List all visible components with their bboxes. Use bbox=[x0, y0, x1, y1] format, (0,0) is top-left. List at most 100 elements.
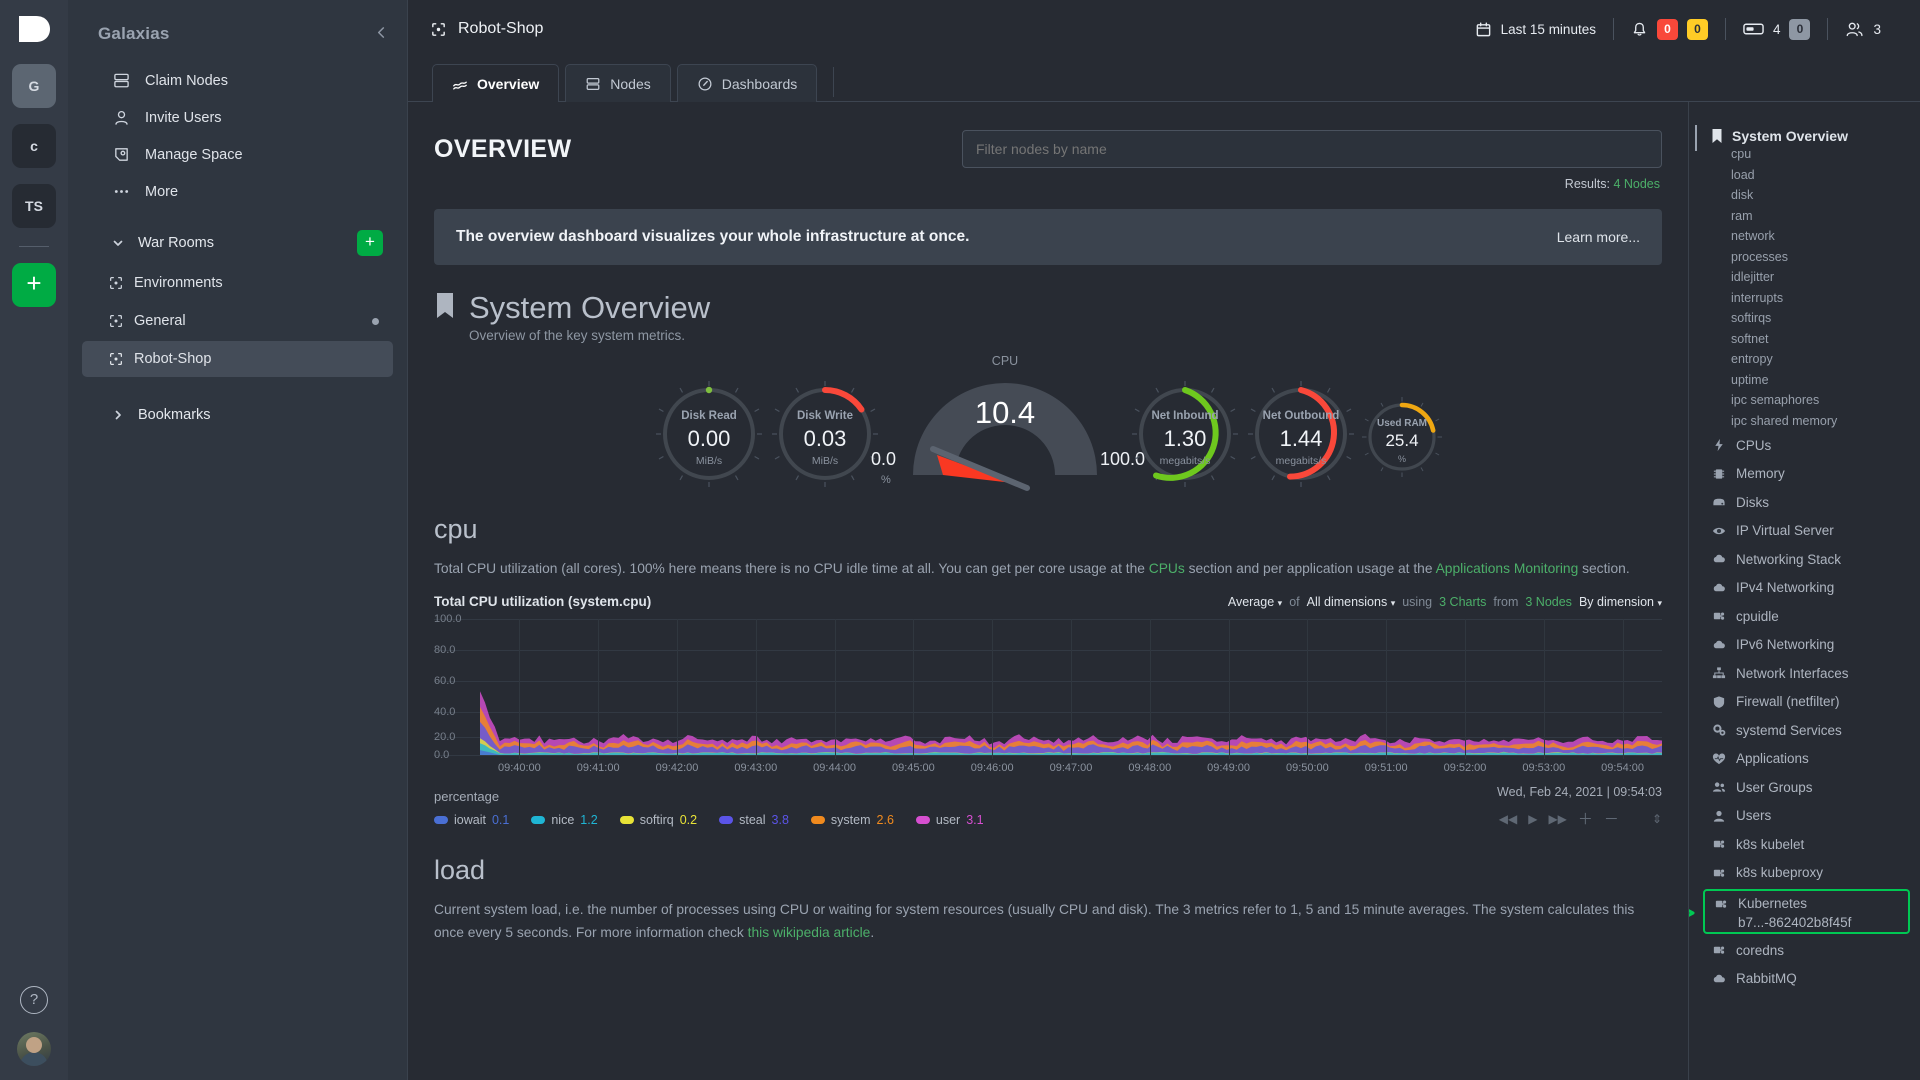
sidebar-item-invite-users[interactable]: Invite Users bbox=[82, 99, 393, 136]
menu-item-memory[interactable]: Memory bbox=[1689, 460, 1920, 489]
menu-item-user-groups[interactable]: User Groups bbox=[1689, 773, 1920, 802]
menu-item-kubernetes[interactable]: Kubernetes b7...-862402b8f45f bbox=[1689, 889, 1910, 934]
menu-sub-item-uptime[interactable]: uptime bbox=[1689, 370, 1920, 391]
menu-item-cpuidle[interactable]: cpuidle bbox=[1689, 602, 1920, 631]
charts-count[interactable]: 3 Charts bbox=[1439, 595, 1486, 609]
nodes-offline-badge[interactable]: 0 bbox=[1789, 18, 1811, 40]
menu-item-label: IPv6 Networking bbox=[1736, 637, 1835, 653]
bookmark-icon[interactable] bbox=[434, 291, 456, 321]
menu-section-system-overview[interactable]: System Overview bbox=[1689, 125, 1920, 151]
learn-more-link[interactable]: Learn more... bbox=[1557, 229, 1640, 245]
aggregate-label: Average bbox=[1227, 594, 1275, 609]
menu-item-coredns[interactable]: coredns bbox=[1689, 936, 1920, 965]
menu-sub-item-processes[interactable]: processes bbox=[1689, 247, 1920, 268]
nodes-count[interactable]: 3 Nodes bbox=[1525, 595, 1572, 609]
tab-nodes[interactable]: Nodes bbox=[565, 64, 671, 102]
gauge-net-inbound[interactable]: Net Inbound 1.30 megabits/s bbox=[1127, 376, 1243, 492]
menu-item-k8s-kubeproxy[interactable]: k8s kubeproxy bbox=[1689, 859, 1920, 888]
gauge-unit: megabits/s bbox=[1159, 455, 1211, 467]
menu-item-networking-stack[interactable]: Networking Stack bbox=[1689, 545, 1920, 574]
war-rooms-section[interactable]: War Rooms + bbox=[82, 223, 393, 263]
menu-item-systemd-services[interactable]: systemd Services bbox=[1689, 716, 1920, 745]
room-label: Environments bbox=[134, 275, 223, 291]
space-chip-g[interactable]: G bbox=[12, 64, 56, 108]
menu-item-users[interactable]: Users bbox=[1689, 802, 1920, 831]
results-label: Results: bbox=[1564, 177, 1610, 191]
time-range-picker[interactable]: Last 15 minutes bbox=[1458, 21, 1613, 38]
gauge-disk-write[interactable]: Disk Write 0.03 MiB/s bbox=[767, 376, 883, 492]
sidebar-item-environments[interactable]: Environments bbox=[82, 265, 393, 301]
sidebar-item-more[interactable]: More bbox=[82, 173, 393, 210]
menu-sub-item-entropy[interactable]: entropy bbox=[1689, 349, 1920, 370]
menu-item-label: coredns bbox=[1736, 942, 1785, 958]
add-space-button[interactable]: + bbox=[12, 263, 56, 307]
sidebar-item-manage-space[interactable]: Manage Space bbox=[82, 136, 393, 173]
menu-item-firewall-netfilter[interactable]: Firewall (netfilter) bbox=[1689, 688, 1920, 717]
warning-alarms-badge[interactable]: 0 bbox=[1686, 18, 1708, 40]
menu-sub-item-disk[interactable]: disk bbox=[1689, 185, 1920, 206]
puzzle-icon bbox=[1711, 865, 1726, 880]
cpus-link[interactable]: CPUs bbox=[1149, 561, 1185, 576]
gauge-label: Used RAM bbox=[1376, 418, 1427, 429]
menu-sub-item-ipc-semaphores[interactable]: ipc semaphores bbox=[1689, 390, 1920, 411]
menu-item-ip-virtual-server[interactable]: IP Virtual Server bbox=[1689, 517, 1920, 546]
help-icon[interactable]: ? bbox=[20, 986, 48, 1014]
menu-item-rabbitmq[interactable]: RabbitMQ bbox=[1689, 965, 1920, 994]
menu-sub-item-load[interactable]: load bbox=[1689, 165, 1920, 186]
bookmarks-section[interactable]: Bookmarks bbox=[82, 395, 393, 435]
chart-plot[interactable]: 100.0 80.0 60.0 40.0 20.0 0.0 09:40:00 09… bbox=[434, 613, 1662, 774]
group-by-select[interactable]: By dimension ▾ bbox=[1579, 595, 1662, 609]
menu-item-ipv6-networking[interactable]: IPv6 Networking bbox=[1689, 631, 1920, 660]
avatar[interactable] bbox=[17, 1032, 51, 1066]
resize-icon[interactable]: ⇕ bbox=[1652, 812, 1662, 826]
filter-nodes-input[interactable] bbox=[962, 130, 1662, 168]
sidebar-item-general[interactable]: General bbox=[82, 303, 393, 339]
menu-sub-item-softirqs[interactable]: softirqs bbox=[1689, 308, 1920, 329]
menu-item-disks[interactable]: Disks bbox=[1689, 488, 1920, 517]
sidebar-item-claim-nodes[interactable]: Claim Nodes bbox=[82, 62, 393, 99]
gauge-cpu[interactable]: CPU 10.4 0.0 % 100.0 bbox=[871, 354, 1145, 492]
dimensions-select[interactable]: All dimensions ▾ bbox=[1307, 595, 1396, 609]
collapse-sidebar-icon[interactable] bbox=[375, 26, 395, 39]
menu-item-ipv4-networking[interactable]: IPv4 Networking bbox=[1689, 574, 1920, 603]
menu-sub-item-network[interactable]: network bbox=[1689, 226, 1920, 247]
sidebar-item-robot-shop[interactable]: Robot-Shop bbox=[82, 341, 393, 377]
legend-item-user[interactable]: user 3.1 bbox=[915, 813, 984, 827]
applications-monitoring-link[interactable]: Applications Monitoring bbox=[1436, 561, 1579, 576]
gauge-disk-read[interactable]: Disk Read 0.00 MiB/s bbox=[651, 376, 767, 492]
legend-item-nice[interactable]: nice 1.2 bbox=[531, 813, 598, 827]
play-icon[interactable]: ▶ bbox=[1528, 812, 1537, 826]
menu-item-cpus[interactable]: CPUs bbox=[1689, 431, 1920, 460]
legend-item-system[interactable]: system 2.6 bbox=[810, 813, 894, 827]
nodes-indicator[interactable]: 4 0 bbox=[1726, 18, 1828, 40]
menu-sub-item-cpu[interactable]: cpu bbox=[1689, 144, 1920, 165]
zoom-in-icon[interactable]: ＋ bbox=[1578, 808, 1593, 829]
legend-item-iowait[interactable]: iowait 0.1 bbox=[434, 813, 509, 827]
wikipedia-link[interactable]: this wikipedia article bbox=[748, 925, 871, 940]
menu-sub-item-ram[interactable]: ram bbox=[1689, 206, 1920, 227]
aggregate-select[interactable]: Average ▾ bbox=[1228, 595, 1282, 609]
tab-dashboards[interactable]: Dashboards bbox=[676, 64, 818, 102]
fast-forward-icon[interactable]: ▶▶ bbox=[1548, 812, 1566, 826]
menu-item-k8s-kubelet[interactable]: k8s kubelet bbox=[1689, 830, 1920, 859]
menu-item-applications[interactable]: Applications bbox=[1689, 745, 1920, 774]
menu-item-network-interfaces[interactable]: Network Interfaces bbox=[1689, 659, 1920, 688]
menu-sub-item-idlejitter[interactable]: idlejitter bbox=[1689, 267, 1920, 288]
users-indicator[interactable]: 3 bbox=[1828, 20, 1898, 38]
menu-sub-item-interrupts[interactable]: interrupts bbox=[1689, 288, 1920, 309]
menu-sub-item-ipc-shared-memory[interactable]: ipc shared memory bbox=[1689, 411, 1920, 432]
critical-alarms-badge[interactable]: 0 bbox=[1656, 18, 1678, 40]
gauge-used-ram[interactable]: Used RAM 25.4 % bbox=[1359, 394, 1445, 480]
app-root: G c TS + ? Galaxias Claim Nodes Invite U… bbox=[0, 0, 1920, 1080]
legend-item-steal[interactable]: steal 3.8 bbox=[719, 813, 789, 827]
tab-overview[interactable]: Overview bbox=[432, 64, 560, 103]
menu-sub-item-softnet[interactable]: softnet bbox=[1689, 329, 1920, 350]
legend-item-softirq[interactable]: softirq 0.2 bbox=[619, 813, 697, 827]
gauge-net-outbound[interactable]: Net Outbound 1.44 megabits/s bbox=[1243, 376, 1359, 492]
alarms-indicator[interactable]: 0 0 bbox=[1614, 18, 1725, 40]
space-chip-c[interactable]: c bbox=[12, 124, 56, 168]
rewind-icon[interactable]: ◀◀ bbox=[1499, 812, 1517, 826]
zoom-out-icon[interactable]: － bbox=[1604, 808, 1619, 829]
space-chip-ts[interactable]: TS bbox=[12, 184, 56, 228]
add-war-room-button[interactable]: + bbox=[357, 230, 383, 256]
